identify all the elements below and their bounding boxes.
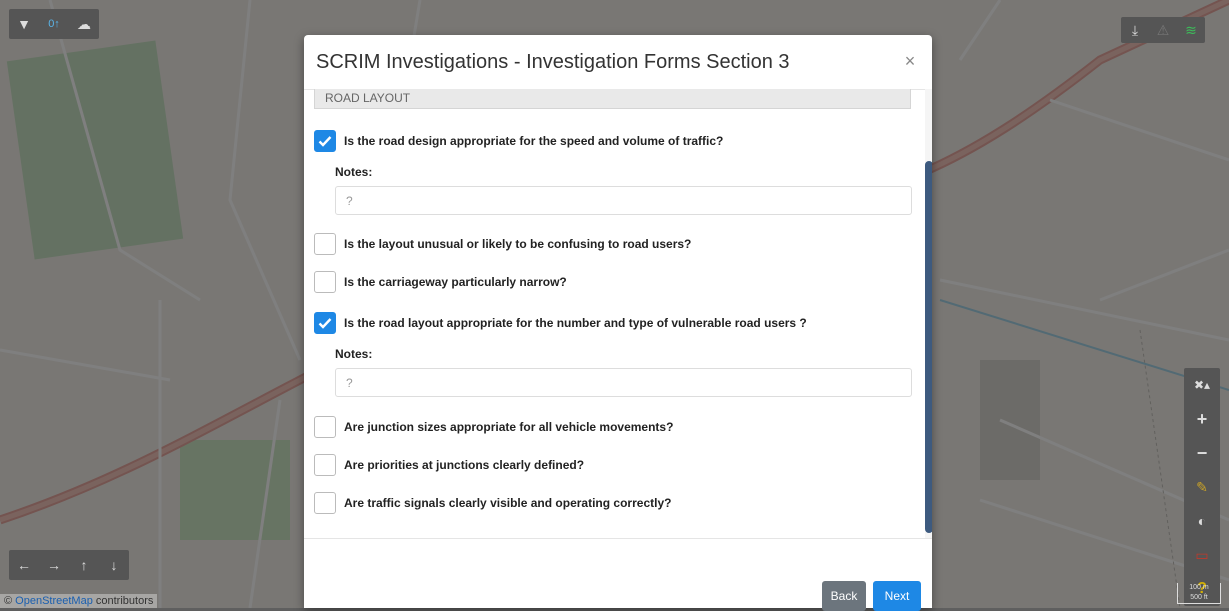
- arrow-left-icon[interactable]: ←: [9, 550, 39, 580]
- pencil-glyph: ✎: [1196, 478, 1208, 495]
- scale-metric: 100 m: [1189, 584, 1209, 591]
- check-icon: [318, 318, 332, 329]
- arrow-down-glyph: ↓: [110, 557, 118, 573]
- top-left-toolbar: ▼ 0↑ ☁: [9, 9, 99, 39]
- question-row[interactable]: Are junction sizes appropriate for all v…: [314, 415, 673, 439]
- next-button[interactable]: Next: [873, 581, 921, 611]
- zoom-out-glyph: −: [1196, 442, 1208, 463]
- checkbox[interactable]: [314, 271, 336, 293]
- download-icon[interactable]: ⤓: [1121, 17, 1149, 43]
- investigation-modal: SCRIM Investigations - Investigation For…: [304, 35, 932, 611]
- question-label: Is the road layout appropriate for the n…: [344, 316, 807, 330]
- checkbox[interactable]: [314, 130, 336, 152]
- modal-title: SCRIM Investigations - Investigation For…: [316, 51, 790, 73]
- modal-footer: Back Next: [304, 538, 932, 611]
- checkbox[interactable]: [314, 492, 336, 514]
- back-button[interactable]: Back: [822, 581, 866, 611]
- check-icon: [318, 136, 332, 147]
- cloud-upload-glyph: ☁: [77, 15, 91, 32]
- arrow-right-glyph: →: [47, 557, 61, 573]
- question-row[interactable]: Is the road design appropriate for the s…: [314, 129, 723, 153]
- question-label: Is the carriageway particularly narrow?: [344, 275, 567, 289]
- tools-icon[interactable]: ✖▴: [1184, 368, 1220, 402]
- download-glyph: ⤓: [1131, 21, 1139, 38]
- notes-label: Notes:: [335, 165, 373, 179]
- question-row[interactable]: Is the layout unusual or likely to be co…: [314, 232, 691, 256]
- arrow-right-icon[interactable]: →: [39, 550, 69, 580]
- question-row[interactable]: Is the road layout appropriate for the n…: [314, 311, 807, 335]
- scrollbar-thumb[interactable]: [925, 161, 932, 533]
- arrow-up-glyph: ↑: [80, 557, 88, 573]
- zoom-in-glyph: +: [1196, 408, 1208, 429]
- upload-count-glyph: 0↑: [48, 18, 60, 30]
- zoom-in-icon[interactable]: +: [1184, 402, 1220, 436]
- warning-icon[interactable]: ⚠: [1149, 17, 1177, 43]
- bookmark-glyph: ▭: [1195, 546, 1209, 563]
- checkbox[interactable]: [314, 416, 336, 438]
- copyright-symbol: ©: [4, 595, 13, 607]
- close-icon[interactable]: ×: [900, 51, 920, 71]
- wifi-icon[interactable]: ≋: [1177, 17, 1205, 43]
- wifi-glyph: ≋: [1185, 21, 1197, 38]
- contrast-glyph: ◐: [1197, 513, 1207, 529]
- top-right-toolbar: ⤓ ⚠ ≋: [1121, 17, 1205, 43]
- attribution-text: contributors: [92, 595, 154, 607]
- modal-header: SCRIM Investigations - Investigation For…: [304, 35, 932, 90]
- upload-count-icon[interactable]: 0↑: [39, 9, 69, 39]
- checkbox[interactable]: [314, 312, 336, 334]
- question-row[interactable]: Are priorities at junctions clearly defi…: [314, 453, 584, 477]
- question-label: Is the road design appropriate for the s…: [344, 134, 724, 148]
- arrow-left-glyph: ←: [17, 557, 31, 573]
- question-row[interactable]: Is the carriageway particularly narrow?: [314, 270, 567, 294]
- tools-glyph: ✖▴: [1193, 378, 1211, 392]
- map-scale: 100 m 500 ft: [1177, 583, 1221, 604]
- question-label: Is the layout unusual or likely to be co…: [344, 237, 692, 251]
- arrow-down-icon[interactable]: ↓: [99, 550, 129, 580]
- scrollbar-track[interactable]: [925, 89, 932, 538]
- arrow-up-icon[interactable]: ↑: [69, 550, 99, 580]
- map-pan-controls: ← → ↑ ↓: [9, 550, 129, 580]
- question-label: Are junction sizes appropriate for all v…: [344, 420, 674, 434]
- question-label: Are priorities at junctions clearly defi…: [344, 458, 585, 472]
- checkbox[interactable]: [314, 454, 336, 476]
- osm-link[interactable]: OpenStreetMap: [15, 595, 93, 607]
- filter-icon-glyph: ▼: [17, 16, 31, 32]
- question-label: Are traffic signals clearly visible and …: [344, 496, 672, 510]
- pencil-icon[interactable]: ✎: [1184, 470, 1220, 504]
- bookmark-icon[interactable]: ▭: [1184, 538, 1220, 572]
- map-attribution: © OpenStreetMap contributors: [0, 594, 158, 608]
- notes-input[interactable]: [335, 186, 912, 215]
- scale-imperial: 500 ft: [1190, 594, 1208, 601]
- question-row[interactable]: Are traffic signals clearly visible and …: [314, 491, 671, 515]
- notes-input[interactable]: [335, 368, 912, 397]
- zoom-out-icon[interactable]: −: [1184, 436, 1220, 470]
- filter-icon[interactable]: ▼: [9, 9, 39, 39]
- modal-body[interactable]: ROAD LAYOUT Is the road design appropria…: [304, 89, 932, 538]
- map-tools-panel: ✖▴ + − ✎ ◐ ▭ ?: [1184, 368, 1220, 606]
- notes-label: Notes:: [335, 347, 373, 361]
- warning-glyph: ⚠: [1156, 21, 1170, 38]
- checkbox[interactable]: [314, 233, 336, 255]
- cloud-upload-icon[interactable]: ☁: [69, 9, 99, 39]
- section-header: ROAD LAYOUT: [314, 89, 911, 109]
- contrast-icon[interactable]: ◐: [1184, 504, 1220, 538]
